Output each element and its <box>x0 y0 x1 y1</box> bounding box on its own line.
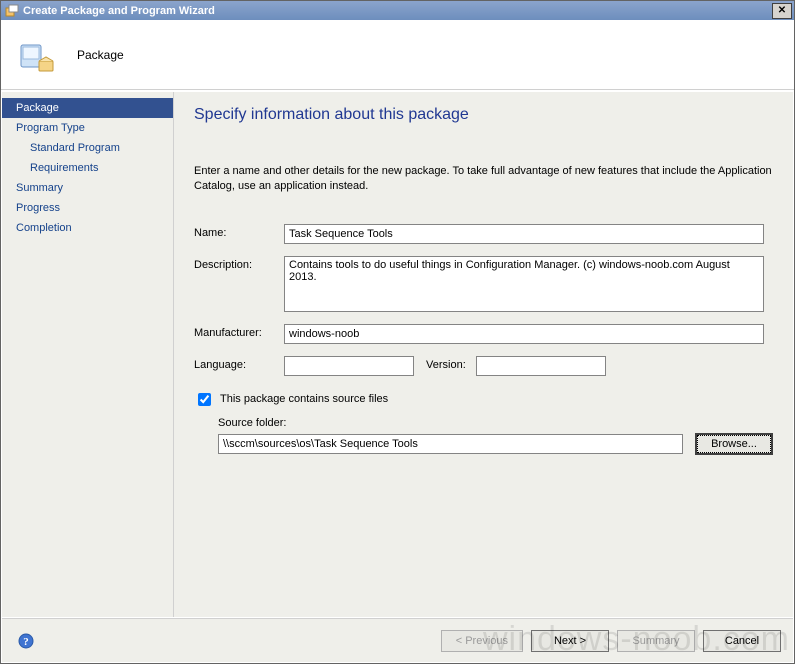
name-label: Name: <box>194 224 284 239</box>
language-input[interactable] <box>284 356 414 376</box>
main-panel: Specify information about this package E… <box>174 92 793 617</box>
sidebar-item-program-type[interactable]: Program Type <box>2 118 173 138</box>
close-button[interactable]: ✕ <box>772 3 792 19</box>
window-title: Create Package and Program Wizard <box>23 5 772 17</box>
manufacturer-input[interactable] <box>284 324 764 344</box>
svg-text:?: ? <box>23 636 29 648</box>
description-label: Description: <box>194 256 284 271</box>
name-input[interactable] <box>284 224 764 244</box>
page-title: Specify information about this package <box>194 106 773 124</box>
intro-text: Enter a name and other details for the n… <box>194 164 773 194</box>
source-folder-input[interactable] <box>218 434 683 454</box>
source-files-label: This package contains source files <box>220 393 388 405</box>
wizard-sidebar: Package Program Type Standard Program Re… <box>2 92 174 617</box>
header-subtitle: Package <box>77 48 124 62</box>
titlebar: Create Package and Program Wizard ✕ <box>1 1 794 20</box>
header-band: Package <box>1 20 794 90</box>
description-input[interactable]: Contains tools to do useful things in Co… <box>284 256 764 312</box>
language-label: Language: <box>194 356 284 371</box>
next-button[interactable]: Next > <box>531 630 609 652</box>
browse-button[interactable]: Browse... <box>695 433 773 455</box>
app-icon <box>5 4 19 18</box>
sidebar-item-package[interactable]: Package <box>2 98 173 118</box>
sidebar-item-progress[interactable]: Progress <box>2 198 173 218</box>
help-icon[interactable]: ? <box>18 633 34 649</box>
manufacturer-label: Manufacturer: <box>194 324 284 339</box>
sidebar-item-summary[interactable]: Summary <box>2 178 173 198</box>
cancel-button[interactable]: Cancel <box>703 630 781 652</box>
source-files-checkbox[interactable] <box>198 393 211 406</box>
package-icon <box>15 31 59 78</box>
version-label: Version: <box>426 356 466 371</box>
source-folder-label: Source folder: <box>218 417 773 429</box>
sidebar-item-requirements[interactable]: Requirements <box>2 158 173 178</box>
sidebar-item-standard-program[interactable]: Standard Program <box>2 138 173 158</box>
summary-button: Summary <box>617 630 695 652</box>
content-area: Package Program Type Standard Program Re… <box>2 92 793 617</box>
version-input[interactable] <box>476 356 606 376</box>
previous-button: < Previous <box>441 630 523 652</box>
sidebar-item-completion[interactable]: Completion <box>2 218 173 238</box>
wizard-footer: ? < Previous Next > Summary Cancel <box>2 618 793 662</box>
